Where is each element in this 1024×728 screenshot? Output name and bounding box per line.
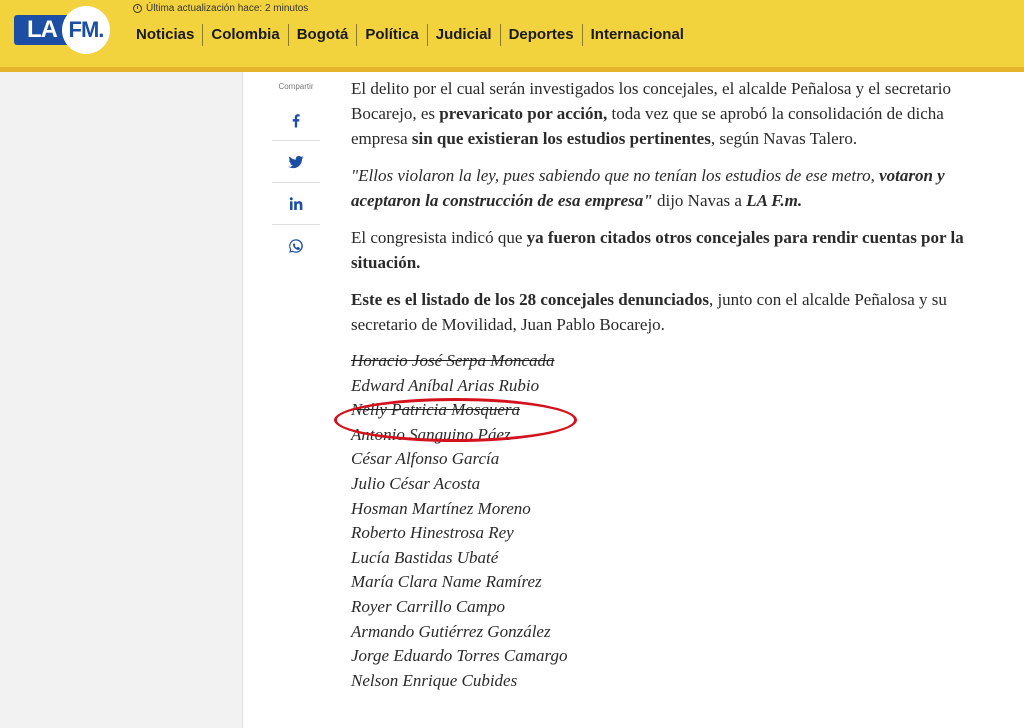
list-item: Edward Aníbal Arias Rubio	[351, 375, 540, 395]
share-twitter-button[interactable]	[272, 141, 320, 183]
facebook-icon	[292, 113, 300, 127]
paragraph-3: El congresista indicó que ya fueron cita…	[351, 228, 964, 272]
share-whatsapp-button[interactable]	[272, 225, 320, 266]
share-bar: Compartir	[272, 82, 320, 266]
linkedin-icon	[289, 196, 303, 210]
paragraph-1: El delito por el cual serán investigados…	[351, 79, 951, 148]
list-item: Lucía Bastidas Ubaté	[351, 547, 499, 567]
lafm-logo[interactable]: LA FM.	[14, 6, 112, 54]
list-item: Jorge Eduardo Torres Camargo	[351, 646, 568, 666]
list-item: Nelson Enrique Cubides	[351, 670, 518, 690]
article-body: El delito por el cual serán investigados…	[351, 76, 1001, 693]
list-item: Julio César Acosta	[351, 473, 481, 493]
nav-judicial[interactable]: Judicial	[426, 24, 500, 46]
list-item: César Alfonso García	[351, 449, 500, 469]
whatsapp-icon	[289, 238, 303, 253]
list-item: Horacio José Serpa Moncada	[351, 351, 555, 370]
clock-icon	[133, 4, 142, 13]
nav-deportes[interactable]: Deportes	[499, 24, 582, 46]
site-header: LA FM. Última actualización hace: 2 minu…	[0, 0, 1024, 67]
highlight-circle	[334, 398, 577, 442]
nav-politica[interactable]: Política	[356, 24, 426, 46]
nav-noticias[interactable]: Noticias	[128, 24, 202, 46]
list-item: María Clara Name Ramírez	[351, 572, 542, 592]
share-label: Compartir	[278, 82, 314, 91]
list-item: Roberto Hinestrosa Rey	[351, 523, 514, 543]
list-item: Hosman Martínez Moreno	[351, 498, 531, 518]
paragraph-4: Este es el listado de los 28 concejales …	[351, 290, 947, 334]
share-facebook-button[interactable]	[272, 99, 320, 141]
logo-fm: FM.	[68, 17, 105, 42]
nav-colombia[interactable]: Colombia	[202, 24, 287, 46]
last-update-text: Última actualización hace: 2 minutos	[146, 3, 309, 14]
list-item: Royer Carrillo Campo	[351, 596, 505, 616]
twitter-icon	[288, 155, 304, 168]
last-update: Última actualización hace: 2 minutos	[133, 3, 308, 14]
nav-bogota[interactable]: Bogotá	[287, 24, 357, 46]
main-nav: Noticias Colombia Bogotá Política Judici…	[128, 24, 692, 46]
left-sidebar	[0, 72, 243, 728]
share-linkedin-button[interactable]	[272, 183, 320, 225]
nav-internacional[interactable]: Internacional	[581, 24, 692, 46]
list-item: Armando Gutiérrez González	[351, 621, 551, 641]
paragraph-2: "Ellos violaron la ley, pues sabiendo qu…	[351, 166, 945, 210]
